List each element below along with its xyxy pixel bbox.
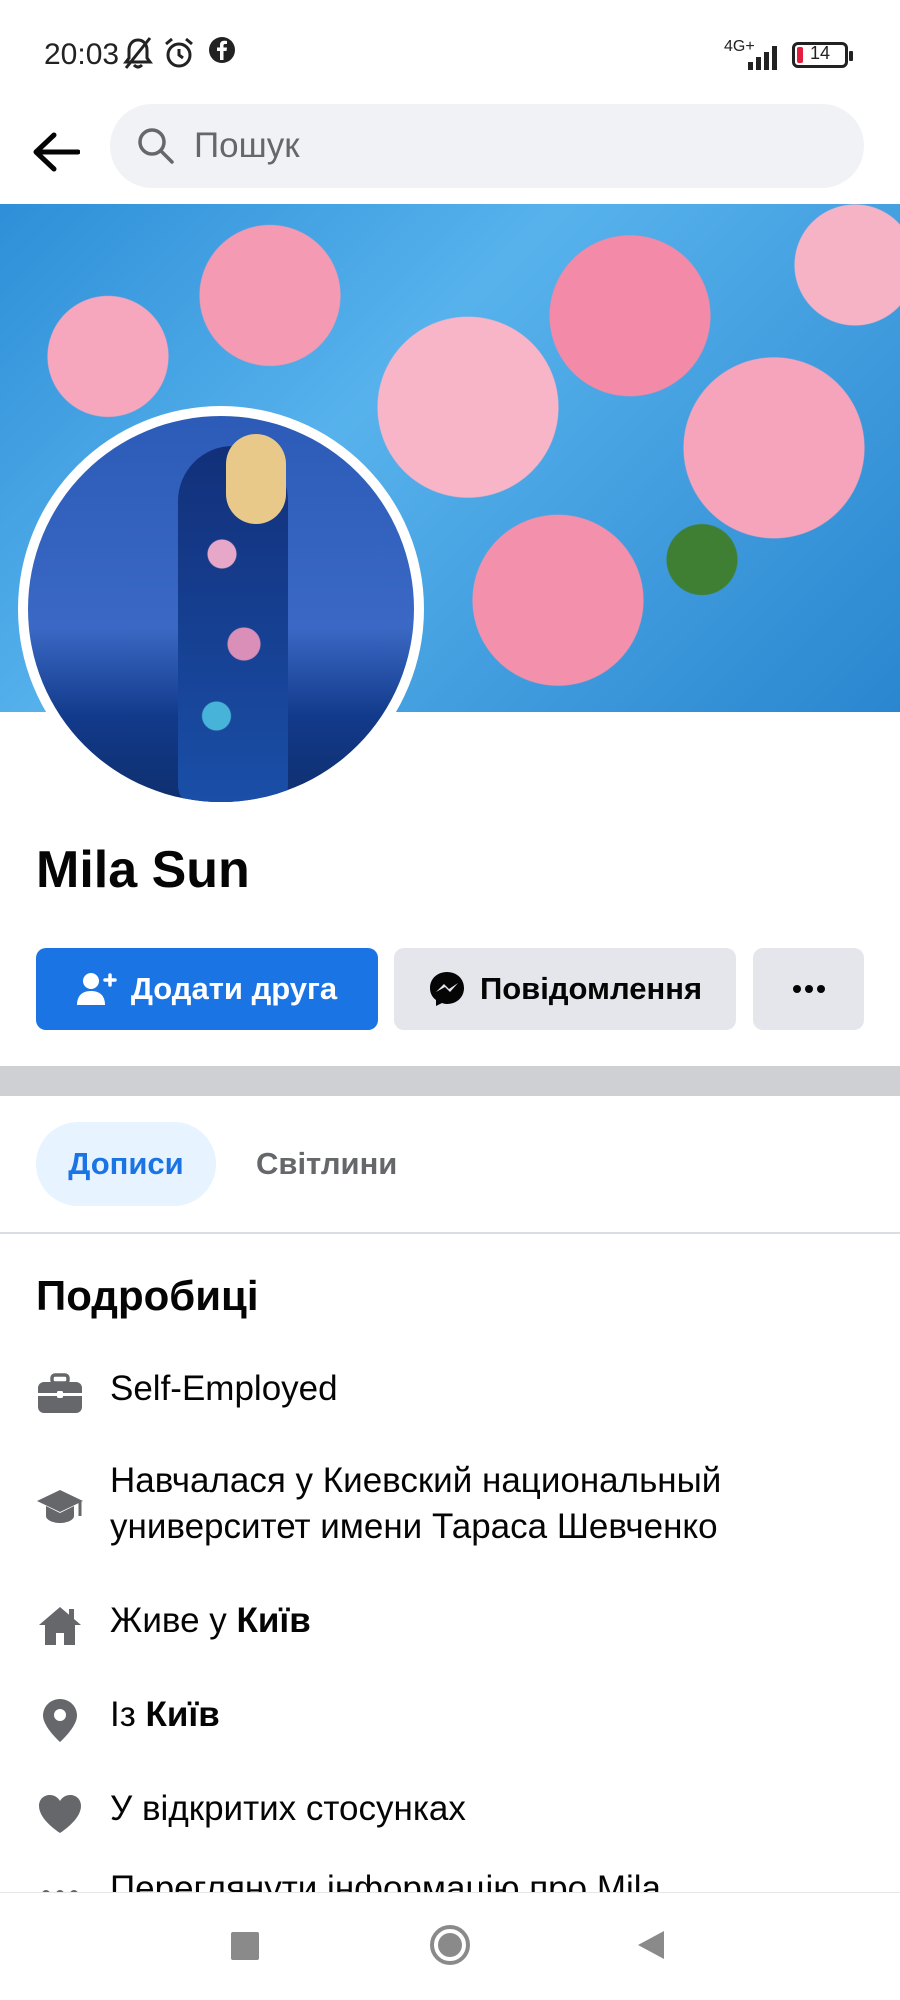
profile-name: Mila Sun (36, 841, 250, 899)
alarm-icon (162, 36, 196, 75)
search-input[interactable] (194, 104, 834, 188)
system-nav-bar (0, 1892, 900, 2000)
home-button[interactable] (428, 1923, 472, 1972)
battery-icon: 14 (792, 42, 853, 68)
profile-avatar[interactable] (18, 406, 424, 812)
tab-photos[interactable]: Світлини (256, 1122, 397, 1206)
location-pin-icon (36, 1696, 84, 1744)
detail-education-text: Навчалася у Киевский национальный универс… (110, 1458, 721, 1550)
back-arrow-icon (33, 132, 80, 172)
section-divider (0, 1066, 900, 1096)
avatar-photo (28, 416, 414, 802)
detail-education: Навчалася у Киевский национальный универс… (36, 1458, 866, 1550)
back-button[interactable] (24, 120, 88, 184)
from-prefix: Із (110, 1695, 136, 1734)
add-friend-icon (76, 971, 117, 1007)
detail-from-text: Із Київ (110, 1692, 220, 1738)
detail-lives-text: Живе у Київ (110, 1598, 311, 1644)
detail-relationship-text: У відкритих стосунках (110, 1789, 466, 1828)
search-bar[interactable] (110, 104, 864, 188)
tabs-divider (0, 1232, 900, 1234)
avatar-hair (226, 434, 286, 524)
battery-text: 14 (809, 43, 831, 63)
recent-apps-button[interactable] (230, 1931, 260, 1966)
status-time: 20:03 (44, 38, 120, 71)
search-icon (136, 126, 176, 171)
facebook-notification-icon (208, 36, 236, 69)
graduation-cap-icon (36, 1482, 84, 1530)
detail-work: Self-Employed (36, 1366, 866, 1418)
detail-lives: Живе у Київ (36, 1598, 866, 1650)
lives-city-link[interactable]: Київ (237, 1601, 311, 1640)
from-city-link[interactable]: Київ (146, 1695, 220, 1734)
circle-home-icon (430, 1925, 470, 1965)
mute-notifications-icon (122, 36, 154, 75)
more-options-button[interactable] (753, 948, 864, 1030)
detail-work-text: Self-Employed (110, 1369, 338, 1408)
see-about-text: Переглянути інформацію про Mila (110, 1869, 661, 1892)
square-icon (231, 1932, 259, 1960)
messenger-icon (428, 970, 466, 1008)
app-bar (0, 100, 900, 204)
education-line-2: университет имени Тараса Шевченко (110, 1507, 718, 1546)
more-dots-icon (36, 1870, 84, 1892)
status-bar: 20:03 4G+ 14 (0, 0, 900, 100)
briefcase-icon (36, 1370, 84, 1418)
tab-posts[interactable]: Дописи (36, 1122, 216, 1206)
details-title: Подробиці (36, 1272, 259, 1319)
more-dots-icon (792, 985, 825, 993)
message-label: Повідомлення (479, 971, 703, 1006)
education-line-1: Навчалася у Киевский национальный (110, 1461, 722, 1500)
profile-actions: Додати друга Повідомлення (36, 948, 864, 1030)
message-button[interactable]: Повідомлення (394, 948, 736, 1030)
add-friend-label: Додати друга (130, 971, 338, 1006)
add-friend-button[interactable]: Додати друга (36, 948, 378, 1030)
lives-prefix: Живе у (110, 1601, 227, 1640)
signal-icon (744, 44, 784, 75)
detail-relationship: У відкритих стосунках (36, 1786, 866, 1838)
detail-from: Із Київ (36, 1692, 866, 1744)
back-nav-button[interactable] (636, 1929, 666, 1966)
heart-icon (36, 1790, 84, 1838)
triangle-back-icon (638, 1931, 664, 1959)
home-icon (36, 1602, 84, 1650)
detail-see-about: Переглянути інформацію про Mila (36, 1866, 866, 1892)
see-about-row[interactable]: Переглянути інформацію про Mila (0, 1866, 900, 1892)
